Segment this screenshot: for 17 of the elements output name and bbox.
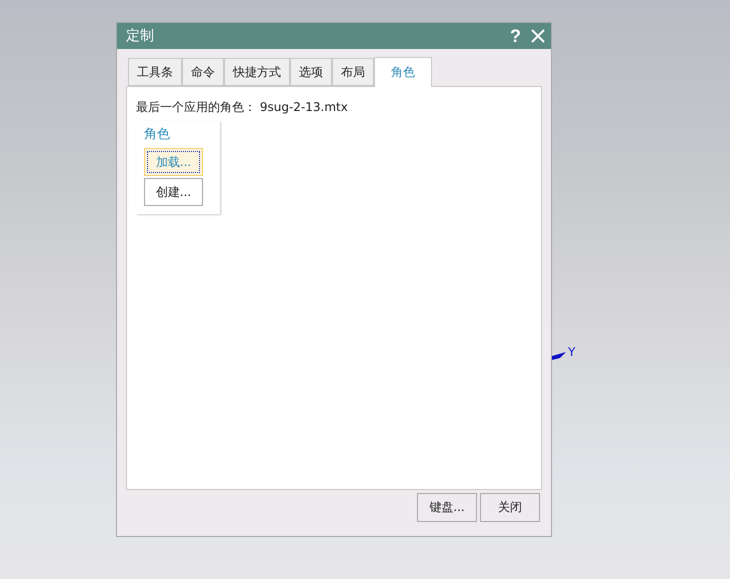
group-title: 角色 [144, 126, 171, 143]
tab[interactable]: 工具条 [128, 58, 182, 86]
tab[interactable]: 命令 [182, 58, 224, 86]
window-title: 定制 [126, 27, 155, 45]
close-button[interactable] [531, 29, 545, 43]
tab[interactable]: 角色 [374, 57, 432, 87]
axis-label: Y [568, 345, 576, 359]
tab[interactable]: 布局 [332, 58, 374, 86]
last-role-text: 最后一个应用的角色： 9sug-2-13.mtx [136, 100, 348, 114]
footer-button[interactable]: 键盘... [417, 493, 477, 522]
axis-arrow-icon [552, 352, 566, 360]
role-button[interactable]: 加载... [144, 148, 203, 176]
help-button[interactable]: ? [508, 26, 523, 46]
tab[interactable]: 选项 [290, 58, 332, 86]
tab[interactable]: 快捷方式 [224, 58, 290, 86]
footer-button[interactable]: 关闭 [480, 493, 540, 522]
role-button[interactable]: 创建... [144, 178, 203, 206]
